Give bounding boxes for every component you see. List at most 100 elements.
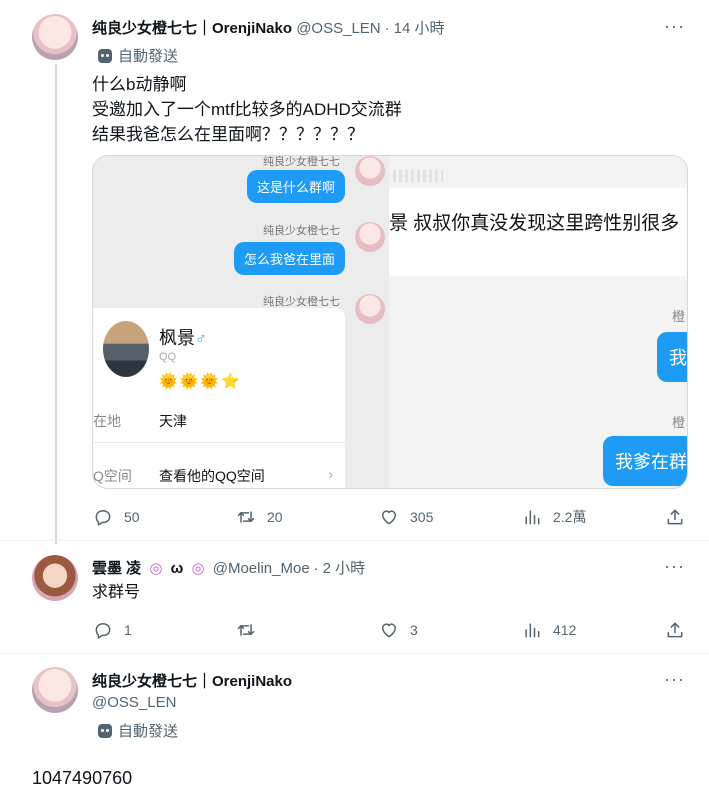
heart-icon [378, 619, 400, 641]
tweet-header: 纯良少女橙七七｜OrenjiNako @OSS_LEN · 14 小時 [92, 17, 445, 38]
chat-avatar [355, 156, 385, 186]
reply-count: 50 [124, 509, 140, 525]
tweet-text: 1047490760 [32, 766, 132, 791]
retweet-button[interactable]: 20 [235, 506, 355, 528]
reply-button[interactable]: 1 [92, 619, 212, 641]
share-button[interactable] [664, 619, 686, 641]
tweet-media-image[interactable]: 纯良少女橙七七 这是什么群啊 纯良少女橙七七 怎么我爸在里面 纯良少女橙七七 枫… [92, 155, 688, 489]
chat-panel: 纯良少女橙七七 这是什么群啊 纯良少女橙七七 怎么我爸在里面 纯良少女橙七七 枫… [93, 156, 389, 488]
qzone-link: 查看他的QQ空间 [159, 468, 265, 484]
robot-icon [98, 723, 112, 738]
retweet-icon [235, 619, 257, 641]
separator-dot: · [384, 20, 390, 37]
reply-icon [92, 506, 114, 528]
level-icons: 🌞🌞🌞⭐ [159, 373, 242, 390]
message-text: 景 叔叔你真没发现这里跨性别很多 [389, 213, 680, 234]
handle[interactable]: @OSS_LEN [92, 694, 176, 711]
spiral-icon: ◎ [149, 560, 163, 577]
retweet-icon [235, 506, 257, 528]
redaction-mark [393, 170, 443, 182]
like-count: 305 [410, 509, 434, 525]
more-options-button[interactable]: ··· [664, 556, 685, 577]
qzone-label: Q空间 [93, 468, 132, 484]
share-icon [664, 506, 686, 528]
reply-button[interactable]: 50 [92, 506, 212, 528]
views-button[interactable]: 2.2萬 [521, 506, 641, 528]
tweet-header: 雲墨 凌 ◎ ω ◎ @Moelin_Moe · 2 小時 [92, 557, 365, 578]
retweet-count: 20 [267, 509, 283, 525]
more-options-button[interactable]: ··· [664, 16, 685, 37]
tweet-line: 结果我爸怎么在里面啊？？？？？？ [92, 125, 364, 144]
chevron-right-icon: › [328, 466, 333, 482]
reply-icon [92, 619, 114, 641]
view-count: 2.2萬 [553, 509, 587, 525]
tweet-text: 求群号 [92, 580, 140, 605]
more-options-button[interactable]: ··· [664, 669, 685, 690]
name-suffix: ω [170, 560, 184, 577]
timestamp[interactable]: 14 小時 [394, 20, 445, 37]
chat-panel-right: 景 叔叔你真没发现这里跨性别很多 橙 我 橙 我爹在群 [389, 156, 687, 488]
location-value: 天津 [159, 413, 187, 429]
avatar[interactable] [32, 555, 78, 601]
tweet-line: 受邀加入了一个mtf比较多的ADHD交流群 [92, 100, 402, 119]
like-count: 3 [410, 622, 418, 638]
chat-sender-name: 纯良少女橙七七 [263, 296, 340, 308]
divider [0, 540, 709, 541]
chat-bubble: 这是什么群啊 [247, 170, 346, 203]
views-icon [521, 506, 543, 528]
message-strip: 景 叔叔你真没发现这里跨性别很多 [389, 188, 687, 276]
views-icon [521, 619, 543, 641]
chat-avatar [355, 294, 385, 324]
thread-line [55, 64, 57, 544]
handle[interactable]: @Moelin_Moe [213, 560, 310, 577]
tweet-actions: 1 3 412 [92, 618, 686, 642]
profile-card: 枫景♂ QQ 🌞🌞🌞⭐ 在地 天津 Q空间 查看他的QQ空间 › [93, 308, 345, 488]
male-icon: ♂ [195, 331, 207, 348]
view-count: 412 [553, 622, 577, 638]
divider [93, 442, 345, 443]
tweet-handle-row: @OSS_LEN [92, 694, 176, 711]
automated-text: 自動發送 [118, 723, 179, 740]
reply-count: 1 [124, 622, 132, 638]
chat-sender-name: 纯良少女橙七七 [263, 156, 340, 168]
profile-name-text: 枫景 [159, 328, 195, 348]
divider [0, 653, 709, 654]
handle[interactable]: @OSS_LEN [296, 20, 380, 37]
avatar[interactable] [32, 14, 78, 60]
automated-label: 自動發送 [98, 45, 178, 66]
heart-icon [378, 506, 400, 528]
display-name[interactable]: 纯良少女橙七七｜OrenjiNako [92, 20, 292, 37]
profile-name: 枫景♂ [159, 324, 207, 350]
spiral-icon: ◎ [191, 560, 205, 577]
location-label: 在地 [93, 413, 121, 429]
like-button[interactable]: 3 [378, 619, 498, 641]
avatar[interactable] [32, 667, 78, 713]
chat-sender-name: 橙 [671, 415, 685, 430]
tweet-text: 什么b动静啊 受邀加入了一个mtf比较多的ADHD交流群 结果我爸怎么在里面啊？… [92, 72, 402, 147]
display-name[interactable]: 雲墨 凌 [92, 560, 141, 577]
tweet-line: 求群号 [92, 584, 141, 601]
tweet-actions: 50 20 305 2.2萬 [92, 505, 686, 529]
timestamp[interactable]: 2 小時 [323, 560, 366, 577]
separator-dot: · [313, 560, 319, 577]
chat-bubble: 我爹在群 [603, 436, 687, 486]
chat-bubble: 怎么我爸在里面 [234, 242, 346, 275]
like-button[interactable]: 305 [378, 506, 498, 528]
chat-sender-name: 纯良少女橙七七 [263, 225, 340, 237]
chat-sender-name: 橙 [671, 309, 685, 324]
display-name[interactable]: 纯良少女橙七七｜OrenjiNako [92, 673, 292, 690]
robot-icon [98, 48, 112, 63]
share-icon [664, 619, 686, 641]
chat-bubble: 我 [657, 332, 687, 382]
tweet-line: 什么b动静啊 [92, 75, 187, 94]
chat-avatar [355, 222, 385, 252]
tweet-line: 1047490760 [32, 768, 133, 788]
automated-text: 自動發送 [118, 48, 179, 65]
tweet-header: 纯良少女橙七七｜OrenjiNako [92, 670, 292, 691]
profile-avatar [103, 321, 149, 377]
profile-qq: QQ [159, 351, 177, 363]
automated-label: 自動發送 [98, 720, 178, 741]
retweet-button[interactable] [235, 619, 355, 641]
share-button[interactable] [664, 506, 686, 528]
views-button[interactable]: 412 [521, 619, 641, 641]
